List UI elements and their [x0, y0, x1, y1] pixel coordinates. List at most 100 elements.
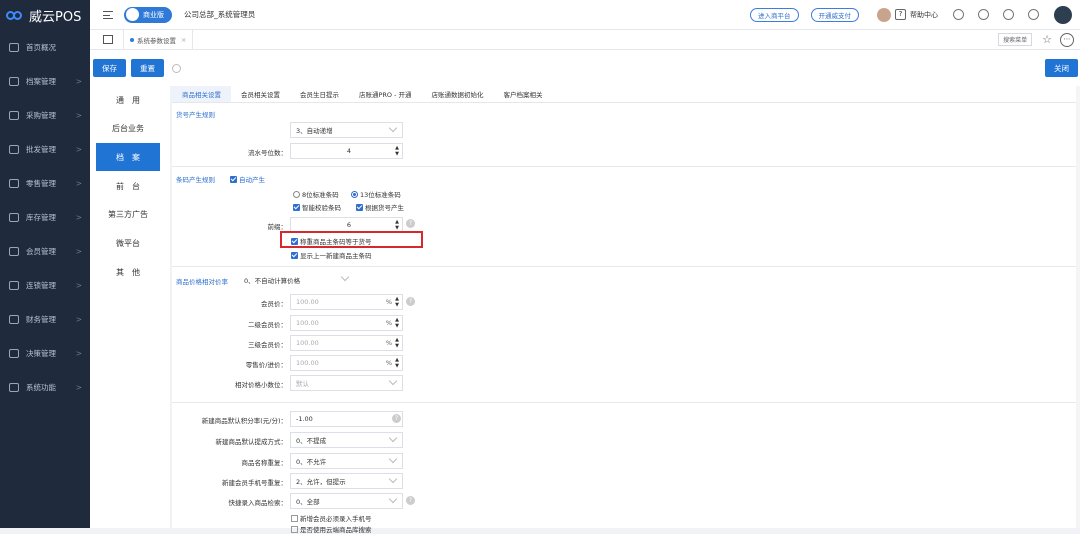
tab-system-params[interactable]: 系统参数设置 ×: [123, 29, 194, 50]
help-icon[interactable]: ?: [406, 219, 415, 228]
sidebar-item-1[interactable]: 档案管理 >: [0, 64, 90, 98]
goods-code-rule-select[interactable]: 3、自动递增: [290, 122, 403, 138]
help-center-link[interactable]: 帮助中心: [910, 10, 938, 20]
sidebar-item-0[interactable]: 首页概况: [0, 30, 90, 64]
user-avatar-icon[interactable]: [1054, 5, 1072, 24]
checkbox-label: 显示上一新建商品主条码: [300, 252, 372, 260]
chevron-right-icon: >: [75, 348, 82, 358]
tab-customer-archive[interactable]: 客户档案相关: [494, 86, 553, 102]
retail-cost-input[interactable]: 100.00% ▲ ▼: [290, 355, 403, 371]
sidebar-item-7[interactable]: 连锁管理 >: [0, 268, 90, 302]
sidebar-item-5[interactable]: 库存管理 >: [0, 200, 90, 234]
app-logo[interactable]: 威云POS: [0, 0, 90, 30]
top-bar: 商业版 公司总部_系统管理员 进入商平台 开通威支付 ? 帮助中心: [90, 0, 1080, 30]
category-general[interactable]: 通 用: [96, 86, 160, 114]
barcode-8-radio[interactable]: 8位标准条码: [293, 189, 339, 199]
open-pay-button[interactable]: 开通威支付: [810, 7, 859, 22]
checkbox-label: 自动产生: [239, 176, 265, 184]
help-icon[interactable]: ?: [392, 414, 401, 423]
select-value: 0、不允许: [296, 458, 327, 466]
spinner-icon[interactable]: ▲ ▼: [395, 145, 399, 157]
show-last-barcode-checkbox[interactable]: 显示上一新建商品主条码: [291, 250, 372, 260]
by-goods-code-checkbox[interactable]: 根据货号产生: [356, 202, 404, 212]
points-rate-input[interactable]: -1.00: [290, 411, 403, 427]
member2-price-input[interactable]: 100.00% ▲ ▼: [290, 315, 403, 331]
sidebar-item-2[interactable]: 采购管理 >: [0, 98, 90, 132]
save-button[interactable]: 保存: [93, 59, 126, 77]
tab-dianzhangtong-init[interactable]: 店账通数据初始化: [422, 86, 494, 102]
enter-platform-button[interactable]: 进入商平台: [750, 7, 799, 22]
chevron-right-icon: >: [75, 314, 82, 324]
goods-code-section: 货号产生规则: [176, 111, 215, 119]
hint-icon[interactable]: [172, 63, 181, 73]
spinner-icon[interactable]: ▲ ▼: [395, 337, 399, 349]
category-backend[interactable]: 后台业务: [96, 114, 160, 142]
chevron-down-icon: [388, 376, 398, 386]
must-phone-checkbox[interactable]: 新增会员必须录入手机号: [291, 513, 372, 523]
category-micro-platform[interactable]: 微平台: [96, 229, 160, 257]
help-icon[interactable]: ?: [406, 297, 415, 306]
auto-generate-checkbox[interactable]: 自动产生: [230, 174, 265, 184]
star-icon[interactable]: ☆: [1042, 33, 1052, 46]
cart-icon: [9, 110, 19, 120]
sidebar-item-8[interactable]: 财务管理 >: [0, 302, 90, 336]
scrollbar[interactable]: [1076, 86, 1080, 528]
tab-dianzhangtong-pro[interactable]: 店账通PRO - 开通: [349, 86, 422, 102]
category-frontdesk[interactable]: 前 台: [96, 172, 160, 200]
chevron-right-icon: >: [75, 76, 82, 86]
category-other[interactable]: 其 他: [96, 258, 160, 286]
help-icon[interactable]: ?: [406, 496, 415, 505]
spinner-icon[interactable]: ▲ ▼: [395, 296, 399, 308]
help-icon[interactable]: ?: [895, 9, 906, 20]
avatar[interactable]: [877, 7, 891, 22]
percent-unit: %: [385, 319, 392, 327]
active-dot-icon: [130, 37, 134, 42]
price-ratio-mode-select[interactable]: 0、不自动计算价格: [239, 272, 354, 288]
tab-label: 系统参数设置: [137, 36, 176, 45]
close-tab-icon[interactable]: ×: [181, 36, 186, 44]
weighing-barcode-checkbox[interactable]: 称重商品主条码等于货号: [291, 236, 372, 246]
member-price-input[interactable]: 100.00% ▲ ▼: [290, 294, 403, 310]
category-archive[interactable]: 档 案: [96, 143, 160, 171]
info-icon[interactable]: [953, 9, 964, 20]
phone-dup-select[interactable]: 2、允许，但提示: [290, 473, 403, 489]
sidebar-item-6[interactable]: 会员管理 >: [0, 234, 90, 268]
edition-badge[interactable]: 商业版: [124, 6, 172, 23]
sidebar-item-3[interactable]: 批发管理 >: [0, 132, 90, 166]
reset-button[interactable]: 重置: [131, 59, 164, 77]
stepper-value: 4: [346, 147, 352, 155]
sidebar-item-4[interactable]: 零售管理 >: [0, 166, 90, 200]
tab-member-birthday[interactable]: 会员生日提示: [290, 86, 349, 102]
divider: [172, 266, 1080, 267]
select-value: 默认: [296, 380, 309, 388]
lock-icon[interactable]: [1003, 9, 1014, 20]
serial-digits-stepper[interactable]: 4 ▲ ▼: [290, 143, 403, 159]
commission-select[interactable]: 0、不提成: [290, 432, 403, 448]
menu-search-input[interactable]: 搜索菜单: [998, 33, 1033, 46]
bell-icon[interactable]: [978, 9, 989, 20]
tab-goods-settings[interactable]: 商品相关设置: [172, 86, 231, 102]
checkbox-checked-icon: [356, 203, 363, 211]
stepper-value: 6: [346, 221, 352, 229]
decimal-places-select[interactable]: 默认: [290, 375, 403, 391]
power-icon[interactable]: [1028, 9, 1039, 20]
sidebar-item-9[interactable]: 决策管理 >: [0, 336, 90, 370]
close-button[interactable]: 关闭: [1045, 59, 1078, 77]
price-ratio-section: 商品价格相对价率: [176, 278, 228, 286]
sidebar-item-10[interactable]: 系统功能 >: [0, 370, 90, 404]
spinner-icon[interactable]: ▲ ▼: [395, 317, 399, 329]
checkbox-checked-icon: [293, 203, 300, 211]
quick-search-select[interactable]: 0、全部: [290, 493, 403, 509]
name-dup-select[interactable]: 0、不允许: [290, 453, 403, 469]
tab-member-settings[interactable]: 会员相关设置: [231, 86, 290, 102]
cloud-db-checkbox[interactable]: 是否使用云端商品库搜索: [291, 524, 372, 534]
smart-check-checkbox[interactable]: 智能校验条码: [293, 202, 341, 212]
barcode-13-radio[interactable]: 13位标准条码: [351, 189, 401, 199]
category-third-party-ads[interactable]: 第三方广告: [96, 200, 160, 228]
home-icon[interactable]: [103, 35, 113, 44]
menu-toggle-icon[interactable]: [103, 10, 113, 19]
spinner-icon[interactable]: ▲ ▼: [395, 357, 399, 369]
spinner-icon[interactable]: ▲ ▼: [395, 219, 399, 231]
member3-price-input[interactable]: 100.00% ▲ ▼: [290, 335, 403, 351]
more-icon[interactable]: ⋯: [1060, 32, 1074, 47]
